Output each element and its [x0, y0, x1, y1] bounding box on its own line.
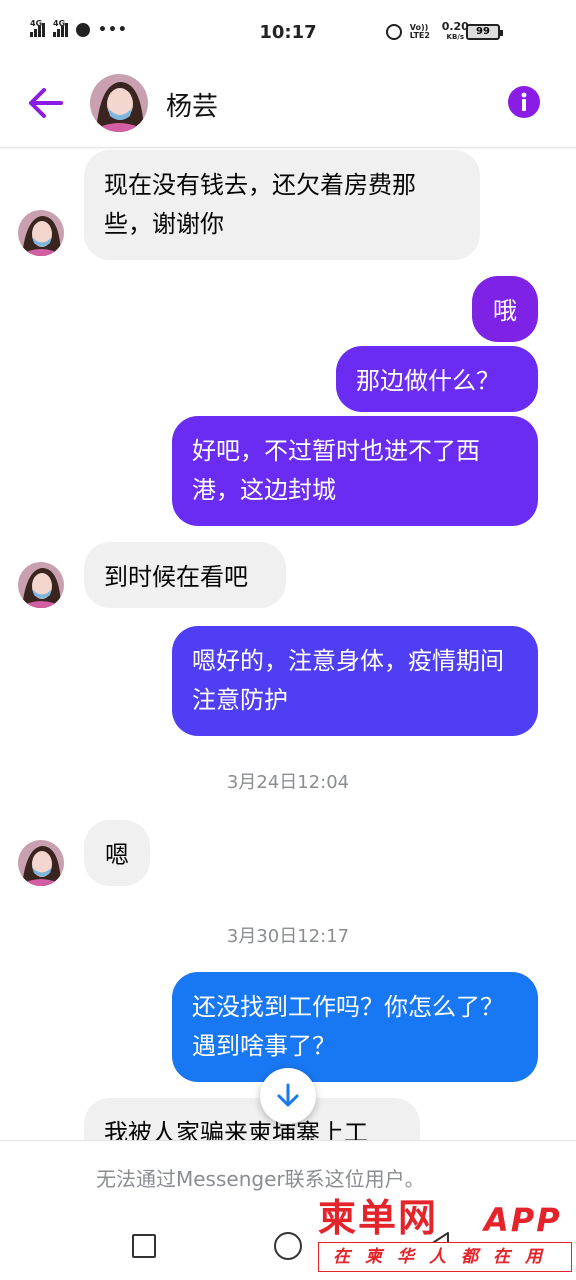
watermark-app: APP — [484, 1201, 562, 1239]
contact-avatar[interactable] — [18, 840, 64, 886]
message-bubble-outgoing[interactable]: 嗯好的，注意身体，疫情期间注意防护 — [172, 626, 538, 736]
alarm-icon — [385, 24, 402, 40]
message-bubble-outgoing[interactable]: 那边做什么？ — [336, 346, 538, 412]
network-speed: 0.20 KB/s — [441, 20, 469, 41]
contact-avatar[interactable] — [18, 562, 64, 608]
battery-icon: 99 — [466, 24, 503, 40]
chat-header: 杨芸 — [0, 64, 576, 148]
contact-name[interactable]: 杨芸 — [166, 86, 218, 123]
contact-avatar[interactable] — [90, 74, 148, 132]
message-bubble-incoming[interactable]: 嗯 — [84, 820, 150, 886]
message-bubble-outgoing[interactable]: 还没找到工作吗？你怎么了？遇到啥事了？ — [172, 972, 538, 1082]
home-icon[interactable] — [274, 1232, 302, 1260]
timestamp: 3月30日12:17 — [226, 926, 350, 947]
message-bubble-incoming[interactable]: 现在没有钱去，还欠着房费那些，谢谢你 — [84, 150, 480, 260]
watermark-logo: 柬单网 — [318, 1196, 439, 1240]
info-icon[interactable] — [508, 86, 540, 118]
message-bubble-incoming[interactable]: 到时候在看吧 — [84, 542, 286, 608]
message-bubble-outgoing[interactable]: 好吧，不过暂时也进不了西港，这边封城 — [172, 416, 538, 526]
unavailable-message: 无法通过Messenger联系这位用户。 — [96, 1167, 425, 1191]
scroll-to-bottom-button[interactable] — [260, 1068, 316, 1124]
message-bubble-outgoing[interactable]: 哦 — [472, 276, 538, 342]
scroll-down-arrow-icon — [277, 1083, 299, 1107]
contact-avatar[interactable] — [18, 210, 64, 256]
timestamp: 3月24日12:04 — [226, 772, 350, 793]
back-arrow-icon[interactable] — [26, 86, 66, 120]
recent-apps-icon[interactable] — [132, 1234, 156, 1258]
watermark-slogan: 在柬华人都在用 — [318, 1242, 572, 1272]
status-bar: 4G 4G ••• 10:17 Vo)) LTE2 0.20 KB/s 4G 9… — [0, 0, 576, 64]
volte-indicator: Vo)) LTE2 — [409, 23, 430, 40]
watermark: 柬单网 APP 在柬华人都在用 — [318, 1196, 572, 1276]
